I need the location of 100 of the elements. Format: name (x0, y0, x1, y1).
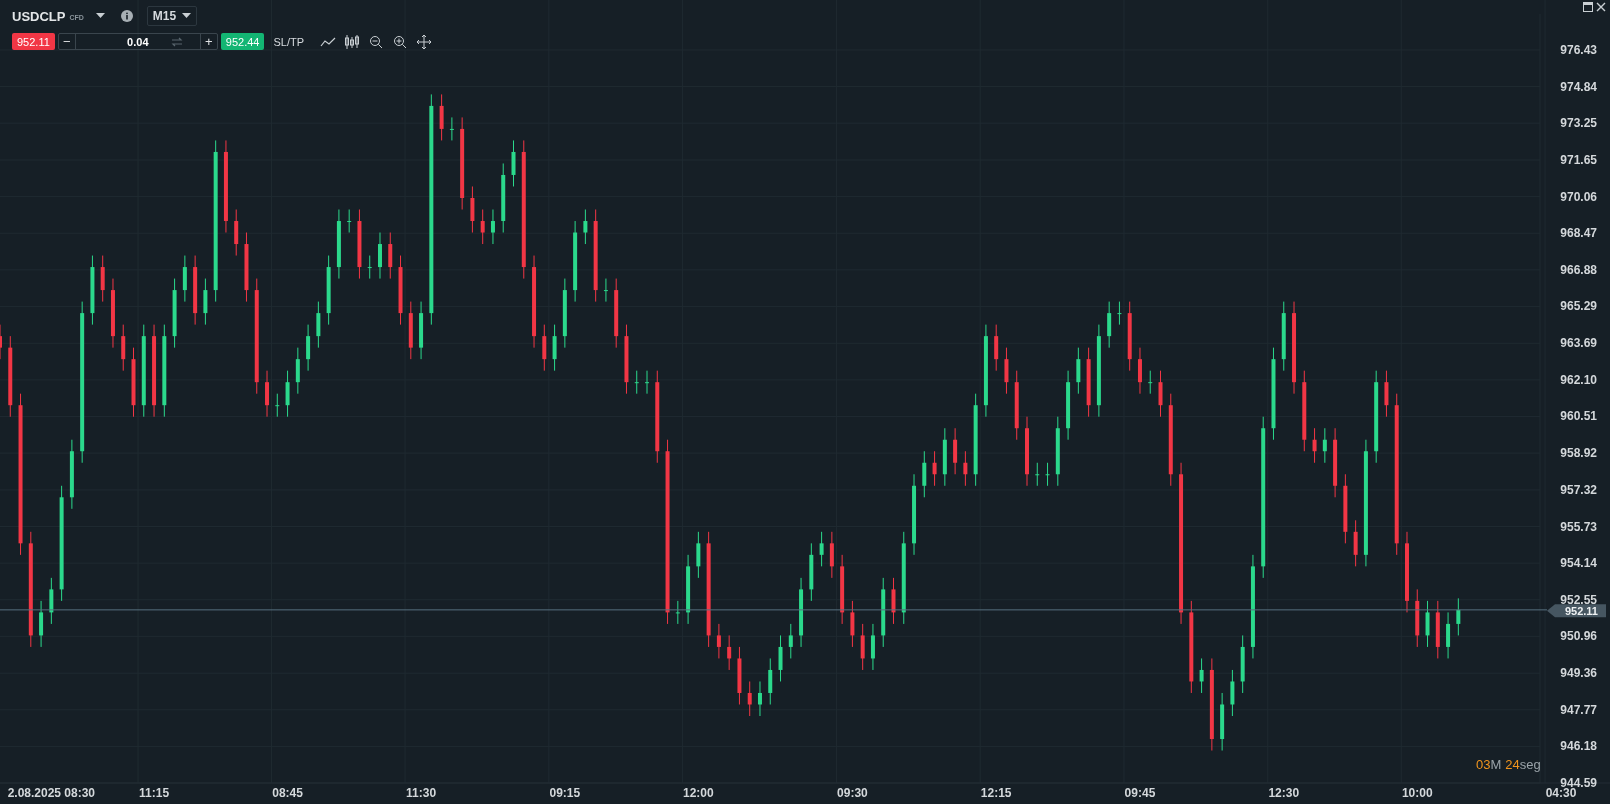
candle (100, 255, 105, 303)
candle (265, 370, 269, 418)
candle (182, 255, 187, 303)
candle (819, 531, 824, 567)
price-label: 952.55 (1560, 592, 1597, 607)
candle (306, 324, 311, 372)
time-label: 12:15 (980, 786, 1012, 800)
candle (275, 393, 280, 418)
candle (1353, 519, 1358, 567)
candle (470, 186, 475, 234)
candle (614, 278, 619, 349)
time-label: 11:30 (406, 786, 437, 800)
candle (1199, 657, 1204, 694)
candle (1446, 611, 1451, 659)
sell-price-button[interactable]: 952.11 (12, 33, 55, 50)
quantity-field[interactable]: 0.04 (74, 34, 201, 49)
candle (39, 600, 44, 648)
candle (1333, 427, 1338, 498)
timeframe-dropdown[interactable]: M15 (146, 6, 198, 26)
price-label: 974.84 (1560, 79, 1597, 94)
candle (870, 623, 875, 671)
ref-line-label: 952.11 (1564, 605, 1598, 618)
candle (1148, 370, 1153, 395)
candle (1127, 301, 1132, 372)
swap-icon[interactable] (170, 37, 183, 47)
caret-icon (182, 13, 192, 19)
candle (634, 370, 639, 395)
candle (829, 531, 834, 579)
candle (388, 232, 393, 280)
candle (881, 577, 886, 648)
time-label: 09:45 (1124, 786, 1156, 800)
price-label: 973.25 (1560, 116, 1597, 131)
candle (1384, 370, 1389, 418)
candle (778, 634, 783, 682)
caret-icon[interactable] (95, 13, 105, 19)
decrease-button[interactable]: − (58, 34, 75, 49)
candle (758, 680, 762, 717)
candle (768, 657, 773, 705)
candle (788, 623, 793, 659)
candle (799, 577, 804, 648)
candle (69, 439, 74, 510)
candle (1066, 370, 1071, 441)
symbol-name: USDCLP (12, 8, 66, 24)
candle (922, 450, 927, 498)
candle (1025, 416, 1029, 487)
candle (727, 634, 732, 671)
countdown-timer: 03M 24seg (1476, 757, 1541, 772)
move-icon[interactable] (415, 33, 434, 50)
candle (932, 450, 937, 487)
candle (398, 255, 403, 326)
candle (686, 554, 691, 625)
price-label: 971.65 (1560, 153, 1597, 167)
price-label: 960.51 (1560, 409, 1597, 424)
candle (1456, 597, 1461, 636)
candle (285, 370, 290, 418)
time-label: 10:00 (1401, 786, 1433, 800)
candle (244, 232, 249, 303)
candle (840, 554, 845, 625)
sl-tp-button[interactable]: SL/TP (267, 35, 311, 48)
candle (1415, 588, 1420, 648)
price-label: 954.14 (1560, 556, 1597, 571)
candle (511, 139, 516, 187)
candle (583, 209, 588, 245)
candle (1004, 347, 1009, 395)
candle (994, 324, 999, 372)
candle (1055, 416, 1060, 487)
candle (326, 255, 331, 326)
candle (449, 116, 454, 141)
increase-button[interactable]: + (200, 34, 217, 49)
maximize-icon[interactable] (1583, 2, 1593, 12)
price-label: 963.69 (1560, 336, 1597, 351)
candle (1240, 634, 1245, 694)
candle (850, 600, 855, 648)
candle (860, 623, 865, 671)
candle (193, 255, 198, 326)
time-label: 2.08.2025 08:30 (7, 786, 96, 800)
info-icon[interactable] (120, 10, 133, 22)
price-label: 957.32 (1560, 482, 1597, 497)
candle (1076, 347, 1081, 395)
time-label: 11:15 (139, 786, 170, 800)
candle (1014, 370, 1019, 441)
candle (1137, 347, 1142, 395)
candle (480, 209, 485, 245)
candle (942, 427, 947, 487)
price-label: 946.18 (1560, 739, 1597, 754)
candlestick-icon[interactable] (343, 33, 362, 50)
candle (110, 278, 115, 349)
candle (809, 542, 814, 602)
time-label: 09:15 (549, 786, 581, 800)
time-label: 09:30 (837, 786, 868, 800)
candle (1322, 427, 1327, 464)
candle (552, 324, 557, 372)
price-label: 949.36 (1560, 666, 1597, 681)
candle (419, 301, 424, 360)
price-label: 968.47 (1560, 226, 1597, 241)
close-icon[interactable] (1596, 2, 1606, 12)
candle (1425, 600, 1430, 648)
candle (49, 577, 54, 625)
candle (562, 278, 567, 349)
candle (121, 324, 126, 372)
